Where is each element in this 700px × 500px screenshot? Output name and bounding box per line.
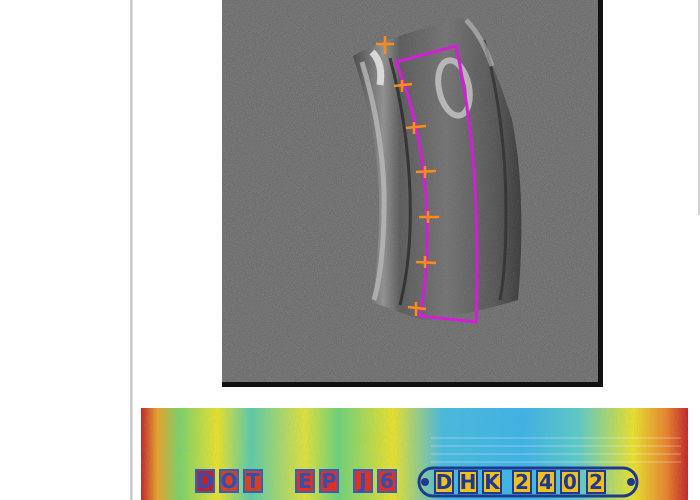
tire-sidewall-scan-image bbox=[222, 0, 603, 387]
dot-char: O bbox=[220, 469, 237, 493]
dot-char: T bbox=[246, 469, 260, 493]
code-char: 4 bbox=[539, 470, 553, 494]
image-viewer: D O T E P J 6 D H K 2 4 0 2 bbox=[0, 0, 700, 500]
plant-char: J bbox=[357, 469, 366, 493]
plant-char: 6 bbox=[380, 469, 394, 493]
plant-char: E bbox=[298, 469, 312, 493]
dot-char: D bbox=[197, 469, 214, 493]
code-char: H bbox=[460, 470, 477, 494]
unwrapped-heatmap-image: D O T E P J 6 D H K 2 4 0 2 bbox=[141, 408, 688, 500]
code-char: 2 bbox=[515, 470, 529, 494]
plant-char: P bbox=[322, 469, 337, 493]
code-char: D bbox=[436, 470, 453, 494]
code-char: 2 bbox=[589, 470, 603, 494]
code-char: 0 bbox=[563, 470, 577, 494]
code-char: K bbox=[484, 470, 501, 494]
left-panel bbox=[0, 0, 130, 500]
panel-divider[interactable] bbox=[130, 0, 133, 500]
